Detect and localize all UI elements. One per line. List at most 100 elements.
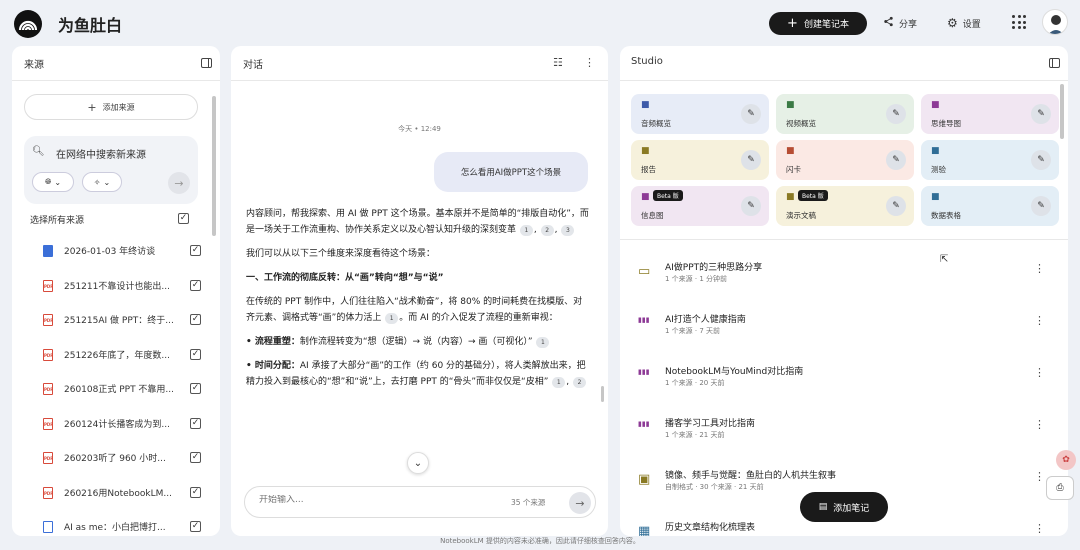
chat-input-box[interactable]: 35 个来源 → [244, 486, 596, 518]
user-message: 怎么看用AI做PPT这个场景 [434, 152, 588, 192]
edit-pencil-icon[interactable]: ✎ [1031, 196, 1051, 216]
studio-scrollbar[interactable] [1060, 84, 1064, 139]
note-subtitle: 自制格式 · 30 个来源 · 21 天前 [665, 483, 764, 491]
source-name: 260124计长播客成为到... [64, 419, 170, 430]
studio-tile[interactable]: ■ Beta 版演示文稿 ✎ [776, 186, 914, 226]
research-mode-dropdown[interactable]: ✧ ⌄ [82, 172, 122, 192]
submit-search-button[interactable]: → [168, 172, 190, 194]
edit-pencil-icon[interactable]: ✎ [741, 150, 761, 170]
source-item[interactable]: PDF 260216用NotebookLM... ✓ [12, 483, 212, 509]
settings-label: 设置 [962, 19, 981, 30]
citation-badge[interactable]: 1 [536, 337, 550, 348]
studio-tile[interactable]: ■ 音频概览 ✎ [631, 94, 769, 134]
pdf-icon: PDF [43, 486, 53, 499]
source-item[interactable]: 2026-01-03 年终访谈 ✓ [12, 241, 212, 267]
add-note-button[interactable]: ▤ 添加笔记 [800, 492, 888, 522]
note-item[interactable]: ▭ AI做PPT的三种思路分享 1 个来源 · 1 分钟前 ⋮ [620, 254, 1060, 302]
settings-button[interactable]: ⚙ 设置 [947, 12, 981, 34]
studio-tile[interactable]: ■ 闪卡 ✎ [776, 140, 914, 180]
chat-scrollbar[interactable] [601, 386, 604, 402]
report-icon: ■ [641, 146, 650, 156]
edit-pencil-icon[interactable]: ✎ [1031, 104, 1051, 124]
more-vert-icon[interactable]: ⋮ [1034, 522, 1045, 535]
chat-settings-icon[interactable]: ☷ [553, 56, 563, 69]
source-name: 2026-01-03 年终访谈 [64, 247, 156, 257]
citation-badge[interactable]: 2 [573, 377, 586, 388]
source-checkbox[interactable]: ✓ [190, 486, 201, 498]
more-vert-icon[interactable]: ⋮ [1034, 262, 1045, 275]
studio-tile[interactable]: ■ 思维导图 ✎ [921, 94, 1059, 134]
studio-tile[interactable]: ■ Beta 版信息图 ✎ [631, 186, 769, 226]
edit-pencil-icon[interactable]: ✎ [1031, 150, 1051, 170]
edit-pencil-icon[interactable]: ✎ [886, 150, 906, 170]
web-search-box[interactable]: 🔍︎ 在网络中搜索新来源 🌐︎ ⌄ ✧ ⌄ → [24, 136, 198, 204]
more-vert-icon[interactable]: ⋮ [1034, 314, 1045, 327]
source-item[interactable]: PDF 251215AI 做 PPT：终于... ✓ [12, 310, 212, 336]
edit-pencil-icon[interactable]: ✎ [886, 104, 906, 124]
notebook-title[interactable]: 为鱼肚白 [58, 12, 122, 36]
more-vert-icon[interactable]: ⋮ [584, 56, 595, 69]
edit-pencil-icon[interactable]: ✎ [741, 196, 761, 216]
web-source-dropdown[interactable]: 🌐︎ ⌄ [32, 172, 74, 192]
floating-chat-icon[interactable]: ⎙ [1046, 476, 1074, 500]
source-item[interactable]: PDF 260108正式 PPT 不靠用... ✓ [12, 379, 212, 405]
source-checkbox[interactable]: ✓ [190, 417, 201, 429]
add-source-button[interactable]: + 添加来源 [24, 94, 198, 120]
source-checkbox[interactable]: ✓ [190, 383, 201, 394]
select-all-checkbox[interactable]: ✓ [178, 213, 189, 224]
floating-assistant-icon[interactable]: ✿ [1056, 450, 1076, 470]
edit-pencil-icon[interactable]: ✎ [741, 104, 761, 124]
studio-tile[interactable]: ■ 数据表格 ✎ [921, 186, 1059, 226]
studio-tile[interactable]: ■ 视频概览 ✎ [776, 94, 914, 134]
note-item[interactable]: ▮▮▮ 播客学习工具对比指南 1 个来源 · 21 天前 ⋮ [620, 410, 1060, 458]
share-button[interactable]: 分享 [883, 12, 917, 34]
create-notebook-button[interactable]: + 创建笔记本 [769, 12, 867, 35]
collapse-studio-icon[interactable] [1049, 58, 1060, 68]
citation-badge[interactable]: 1 [552, 377, 566, 388]
source-item[interactable]: PDF 260124计长播客成为到... ✓ [12, 414, 212, 440]
chevron-down-icon: ⌄ [413, 457, 423, 469]
citation-badge[interactable]: 3 [561, 225, 575, 236]
plus-icon: + [787, 16, 798, 31]
more-vert-icon[interactable]: ⋮ [1034, 470, 1045, 483]
more-vert-icon[interactable]: ⋮ [1034, 366, 1045, 379]
source-checkbox[interactable]: ✓ [190, 279, 201, 291]
send-button[interactable]: → [569, 492, 591, 514]
source-checkbox[interactable]: ✓ [190, 245, 201, 256]
source-checkbox[interactable]: ✓ [190, 348, 201, 360]
note-subtitle: 1 个来源 · 20 天前 [665, 379, 725, 387]
source-item[interactable]: AI as me：小白把博打... ✓ [12, 517, 212, 536]
edit-pencil-icon[interactable]: ✎ [886, 196, 906, 216]
pdf-icon: PDF [43, 452, 53, 464]
share-label: 分享 [899, 19, 918, 30]
source-checkbox[interactable]: ✓ [190, 452, 201, 463]
collapse-sidebar-icon[interactable] [201, 58, 212, 68]
citation-badge[interactable]: 2 [540, 225, 554, 236]
citation-badge[interactable]: 1 [385, 313, 399, 324]
gear-icon: ⚙ [947, 16, 958, 30]
citation-badge[interactable]: 1 [519, 225, 533, 236]
studio-panel: Studio ■ 音频概览 ✎ ■ 视频概览 ✎ ■ 思维导图 ✎ ■ 报告 ✎ ■ 闪卡 ✎ ■ 测验 ✎ ■ Be… [620, 46, 1068, 536]
source-checkbox[interactable]: ✓ [190, 314, 201, 325]
sources-scrollbar[interactable] [212, 96, 216, 236]
note-item[interactable]: ▮▮▮ AI打造个人健康指南 1 个来源 · 7 天前 ⋮ [620, 306, 1060, 354]
notes-divider [620, 239, 1068, 240]
note-title: AI做PPT的三种思路分享 [665, 263, 763, 273]
more-vert-icon[interactable]: ⋮ [1034, 418, 1045, 431]
search-input[interactable]: 在网络中搜索新来源 [56, 146, 146, 161]
source-item[interactable]: PDF 260203听了 960 小时... ✓ [12, 448, 212, 474]
note-item[interactable]: ▮▮▮ NotebookLM与YouMind对比指南 1 个来源 · 20 天前 ⋮ [620, 358, 1060, 406]
avatar[interactable] [1042, 9, 1068, 35]
studio-tile[interactable]: ■ 测验 ✎ [921, 140, 1059, 180]
chat-input[interactable] [259, 495, 479, 505]
scroll-down-button[interactable]: ⌄ [407, 452, 429, 474]
source-checkbox[interactable]: ✓ [190, 521, 201, 532]
source-item[interactable]: PDF 251226年底了，年度数... ✓ [12, 345, 212, 371]
apps-grid-icon[interactable] [1012, 15, 1026, 29]
notebooklm-logo-icon[interactable] [14, 10, 42, 38]
answer-text: 。而 AI 的介入促发了流程的重新审视： [399, 313, 558, 323]
assistant-answer: 内容顾问，帮我探索、用 AI 做 PPT 这个场景。基本原并不是简单的“排版自动… [246, 206, 591, 398]
answer-paragraph: 在传统的 PPT 制作中，人们往往陷入“战术勤奋”，将 80% 的时间耗费在找模… [246, 294, 591, 326]
studio-tile[interactable]: ■ 报告 ✎ [631, 140, 769, 180]
source-item[interactable]: PDF 251211不靠设计也能出... ✓ [12, 276, 212, 302]
